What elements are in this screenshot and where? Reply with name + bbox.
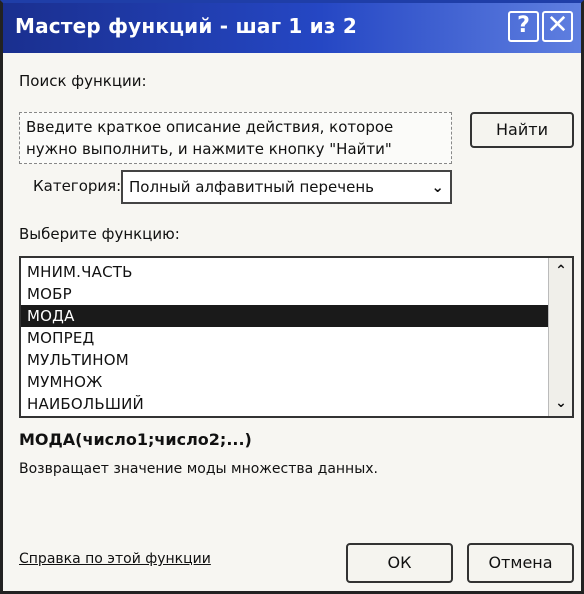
function-listbox[interactable]: МНИМ.ЧАСТЬ МОБР МОДА МОПРЕД МУЛЬТИНОМ МУ… bbox=[19, 256, 574, 418]
list-item[interactable]: МУЛЬТИНОМ bbox=[21, 349, 549, 371]
list-item[interactable]: МОПРЕД bbox=[21, 327, 549, 349]
help-link[interactable]: Справка по этой функции bbox=[19, 551, 211, 567]
category-label: Категория: bbox=[33, 177, 122, 195]
function-wizard-dialog: Мастер функций - шаг 1 из 2 ? ✕ Поиск фу… bbox=[0, 0, 584, 594]
close-icon[interactable]: ✕ bbox=[542, 11, 573, 42]
ok-button[interactable]: ОК bbox=[346, 543, 453, 583]
cancel-button[interactable]: Отмена bbox=[467, 543, 574, 583]
list-item-selected[interactable]: МОДА bbox=[21, 305, 549, 327]
title-bar[interactable]: Мастер функций - шаг 1 из 2 ? ✕ bbox=[3, 3, 581, 53]
list-item[interactable]: МНИМ.ЧАСТЬ bbox=[21, 261, 549, 283]
search-label-text: Поиск функции: bbox=[19, 72, 147, 90]
category-selected-value: Полный алфавитный перечень bbox=[129, 178, 375, 196]
chevron-down-icon[interactable]: ⌄ bbox=[431, 172, 444, 202]
list-item[interactable]: МОБР bbox=[21, 283, 549, 305]
function-description: Возвращает значение моды множества данны… bbox=[19, 461, 378, 477]
list-scrollbar[interactable]: ⌃ ⌄ bbox=[548, 258, 572, 416]
scroll-down-icon[interactable]: ⌄ bbox=[552, 394, 570, 412]
search-input[interactable]: Введите краткое описание действия, котор… bbox=[19, 112, 452, 164]
function-list-label: Выберите функцию: bbox=[19, 225, 180, 243]
category-select[interactable]: Полный алфавитный перечень ⌄ bbox=[121, 170, 452, 204]
scroll-up-icon[interactable]: ⌃ bbox=[552, 262, 570, 280]
search-label: Поиск функции: bbox=[19, 72, 147, 90]
function-signature: МОДА(число1;число2;...) bbox=[19, 430, 252, 449]
find-button[interactable]: Найти bbox=[470, 112, 574, 148]
help-icon[interactable]: ? bbox=[508, 11, 539, 42]
window-title: Мастер функций - шаг 1 из 2 bbox=[15, 14, 357, 38]
list-item[interactable]: МУМНОЖ bbox=[21, 371, 549, 393]
list-item[interactable]: НАИБОЛЬШИЙ bbox=[21, 393, 549, 415]
